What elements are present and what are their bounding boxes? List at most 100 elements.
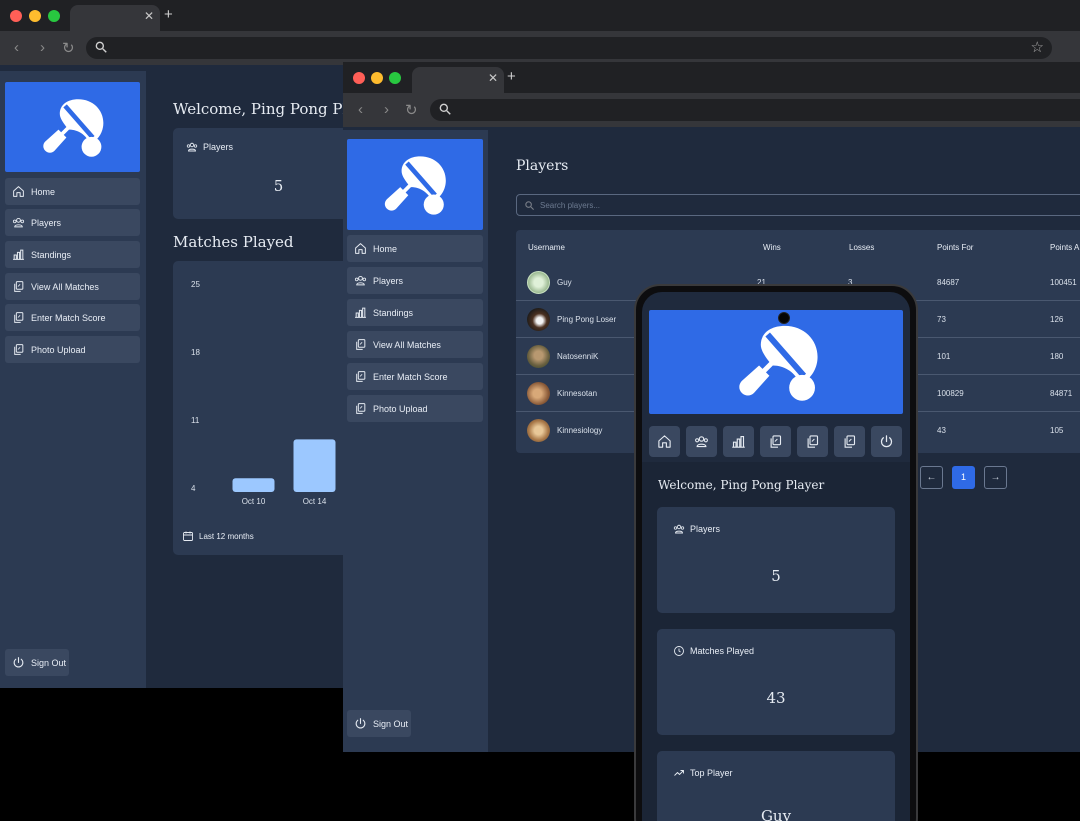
calendar-icon: [182, 530, 194, 542]
reload-icon[interactable]: ↻: [405, 101, 418, 119]
sidebar-item-home[interactable]: Home: [5, 178, 140, 205]
column-header-username[interactable]: Username: [528, 243, 565, 252]
new-tab-icon[interactable]: +: [507, 68, 516, 85]
close-window-dot[interactable]: [10, 10, 22, 22]
forward-icon[interactable]: ›: [40, 39, 45, 56]
avatar: [527, 271, 550, 294]
points-against-cell: 105: [1050, 426, 1064, 435]
pagination-page-1[interactable]: 1: [952, 466, 975, 489]
close-tab-icon[interactable]: ✕: [488, 71, 498, 85]
top-player-card: Top Player Guy: [657, 751, 895, 821]
maximize-window-dot[interactable]: [389, 72, 401, 84]
copy-icon: [354, 370, 367, 383]
card-title: Players: [673, 523, 720, 535]
column-header-points-against[interactable]: Points A: [1050, 243, 1079, 252]
mobile-nav-view-all-matches[interactable]: [760, 426, 791, 457]
users-icon: [354, 274, 367, 287]
sidebar-item-view-all-matches[interactable]: View All Matches: [347, 331, 483, 358]
chart-bar[interactable]: [293, 439, 336, 492]
address-bar[interactable]: ☆: [86, 37, 1052, 59]
users-icon: [694, 434, 709, 449]
mobile-content: Welcome, Ping Pong Player Players 5 Matc…: [642, 462, 910, 821]
back-icon[interactable]: ‹: [358, 101, 363, 118]
sidebar-item-photo-upload[interactable]: Photo Upload: [347, 395, 483, 422]
bookmark-star-icon[interactable]: ☆: [1031, 38, 1044, 56]
sidebar-item-view-all-matches[interactable]: View All Matches: [5, 273, 140, 300]
points-for-cell: 101: [937, 352, 951, 361]
sidebar-item-label: Standings: [31, 249, 72, 260]
x-tick-label: Oct 14: [303, 497, 327, 506]
username-cell[interactable]: Ping Pong Loser: [557, 315, 616, 324]
column-header-points-for[interactable]: Points For: [937, 243, 973, 252]
sidebar-item-label: Standings: [373, 307, 414, 318]
column-header-losses[interactable]: Losses: [849, 243, 874, 252]
sidebar-item-home[interactable]: Home: [347, 235, 483, 262]
power-icon: [12, 656, 25, 669]
chart-bar[interactable]: [232, 478, 275, 492]
minimize-window-dot[interactable]: [29, 10, 41, 22]
card-title: Top Player: [673, 767, 733, 779]
column-header-wins[interactable]: Wins: [763, 243, 781, 252]
search-icon: [438, 102, 452, 116]
sign-out-button[interactable]: Sign Out: [5, 649, 69, 676]
sidebar-item-label: Photo Upload: [373, 403, 428, 414]
mobile-nav-photo-upload[interactable]: [834, 426, 865, 457]
power-icon: [879, 434, 894, 449]
points-for-cell: 84687: [937, 278, 960, 287]
avatar: [527, 345, 550, 368]
forward-icon[interactable]: ›: [384, 101, 389, 118]
sidebar-item-enter-match-score[interactable]: Enter Match Score: [5, 304, 140, 331]
players-card: Players 5: [173, 128, 353, 219]
power-icon: [354, 717, 367, 730]
points-against-cell: 100451: [1050, 278, 1077, 287]
mobile-nav-enter-match-score[interactable]: [797, 426, 828, 457]
browser-tab[interactable]: ✕: [70, 5, 160, 31]
players-card: Players 5: [657, 507, 895, 613]
sidebar-item-label: Home: [373, 243, 398, 254]
back-icon[interactable]: ‹: [14, 39, 19, 56]
username-cell[interactable]: Kinnesotan: [557, 389, 597, 398]
pagination-prev-button[interactable]: ←: [920, 466, 943, 489]
mobile-nav-sign-out[interactable]: [871, 426, 902, 457]
sidebar-item-photo-upload[interactable]: Photo Upload: [5, 336, 140, 363]
copy-icon: [805, 434, 820, 449]
players-count: 5: [771, 567, 781, 585]
bar-chart-icon: [12, 248, 25, 261]
sidebar-item-players[interactable]: Players: [5, 209, 140, 236]
reload-icon[interactable]: ↻: [62, 39, 75, 57]
browser-toolbar: ‹ › ↻ ☆: [0, 31, 1080, 65]
sidebar: Home Players Standings View All Matches …: [0, 71, 146, 688]
close-window-dot[interactable]: [353, 72, 365, 84]
mobile-nav-standings[interactable]: [723, 426, 754, 457]
username-cell[interactable]: Kinnesiology: [557, 426, 602, 435]
home-icon: [657, 434, 672, 449]
sidebar-item-players[interactable]: Players: [347, 267, 483, 294]
matches-played-heading: Matches Played: [173, 233, 294, 251]
copy-icon: [12, 280, 25, 293]
address-bar[interactable]: [430, 99, 1080, 121]
browser-tab[interactable]: ✕: [412, 67, 504, 93]
sign-out-button[interactable]: Sign Out: [347, 710, 411, 737]
username-cell[interactable]: Guy: [557, 278, 572, 287]
matches-chart-card: 25 18 11 4 Oct 10 Oct 14 Last 12 months: [173, 261, 353, 555]
mobile-nav-players[interactable]: [686, 426, 717, 457]
maximize-window-dot[interactable]: [48, 10, 60, 22]
home-icon: [354, 242, 367, 255]
sidebar-item-label: Players: [31, 217, 62, 228]
card-label: Players: [690, 524, 721, 534]
avatar: [527, 382, 550, 405]
close-tab-icon[interactable]: ✕: [144, 9, 154, 23]
sidebar-item-enter-match-score[interactable]: Enter Match Score: [347, 363, 483, 390]
sidebar-item-label: Enter Match Score: [31, 312, 106, 323]
sidebar-item-standings[interactable]: Standings: [347, 299, 483, 326]
clock-icon: [673, 645, 685, 657]
sidebar-item-standings[interactable]: Standings: [5, 241, 140, 268]
username-cell[interactable]: NatosenniK: [557, 352, 598, 361]
search-input[interactable]: Search players...: [516, 194, 1080, 216]
pagination-next-button[interactable]: →: [984, 466, 1007, 489]
mobile-nav-home[interactable]: [649, 426, 680, 457]
new-tab-icon[interactable]: +: [164, 6, 173, 23]
mobile-device: Welcome, Ping Pong Player Players 5 Matc…: [634, 284, 918, 821]
minimize-window-dot[interactable]: [371, 72, 383, 84]
users-icon: [186, 141, 198, 153]
